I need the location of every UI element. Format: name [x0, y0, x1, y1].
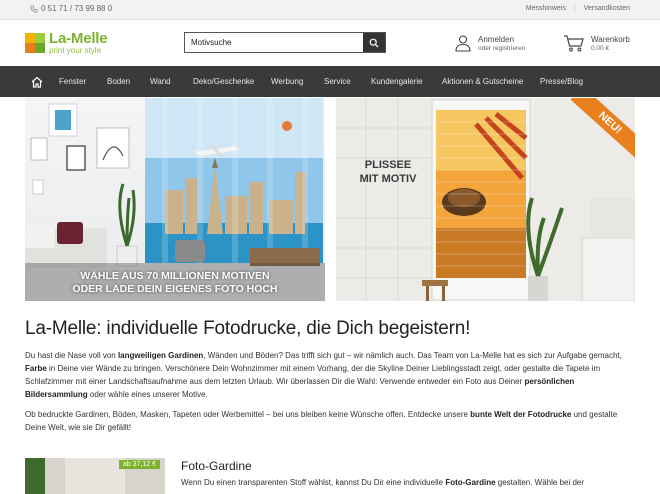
cart-icon	[564, 35, 584, 52]
hero-left-caption-line2: ODER LADE DEIN EIGENES FOTO HOCH	[72, 283, 278, 295]
search-input[interactable]	[185, 33, 363, 52]
product-text: Wenn Du einen transparenten Stoff wählst…	[181, 478, 446, 487]
link-foto-gardine[interactable]: Foto-Gardine	[445, 478, 495, 487]
home-icon	[31, 76, 43, 88]
nav-item-presse[interactable]: Presse/Blog	[540, 66, 583, 97]
product-description: Wenn Du einen transparenten Stoff wählst…	[181, 478, 637, 487]
nav-item-werbung[interactable]: Werbung	[271, 66, 303, 97]
logo-claim: print your style	[49, 46, 102, 55]
phone-text: 0 51 71 / 73 99 88 0	[41, 4, 113, 13]
product-text: gestalten. Wähle bei der	[495, 478, 585, 487]
search-button[interactable]	[363, 33, 385, 52]
account-link[interactable]: Anmelden oder registrieren	[454, 34, 525, 52]
second-text: Ob bedruckte Gardinen, Böden, Masken, Ta…	[25, 410, 471, 419]
phone-icon	[30, 4, 38, 13]
price-badge: ab 37,12 €	[118, 460, 160, 469]
nav-item-fenster[interactable]: Fenster	[59, 66, 86, 97]
link-messhinweis[interactable]: Messhinweis	[526, 5, 566, 12]
nav-item-boden[interactable]: Boden	[107, 66, 130, 97]
cart-total: 0,00 €	[591, 44, 610, 52]
nav-item-deko[interactable]: Deko/Geschenke	[193, 66, 254, 97]
hero-image-plissee-window	[336, 98, 635, 301]
product-image-foto-gardine[interactable]: ab 37,12 €	[25, 458, 165, 494]
search-icon	[369, 38, 379, 47]
top-bar: 0 51 71 / 73 99 88 0 Messhinweis | Versa…	[0, 0, 660, 20]
header: La-Melle print your style Anmelden oder …	[0, 20, 660, 66]
hero-right-caption: PLISSEE MIT MOTIV	[342, 158, 434, 186]
phone-number[interactable]: 0 51 71 / 73 99 88 0	[30, 4, 112, 13]
intro-bold-farbe[interactable]: Farbe	[25, 364, 47, 373]
second-paragraph: Ob bedruckte Gardinen, Böden, Masken, Ta…	[25, 408, 637, 434]
cart-link[interactable]: Warenkorb 0,00 €	[563, 34, 630, 52]
logo[interactable]: La-Melle print your style	[25, 30, 108, 55]
top-links: Messhinweis | Versandkosten	[526, 5, 630, 12]
product-title[interactable]: Foto-Gardine	[181, 459, 252, 473]
cart-title: Warenkorb	[591, 34, 630, 44]
user-icon	[455, 35, 471, 52]
account-title: Anmelden	[478, 34, 515, 44]
nav-item-aktionen[interactable]: Aktionen & Gutscheine	[442, 66, 523, 97]
hero-banner-gardine[interactable]: WÄHLE AUS 70 MILLIONEN MOTIVEN ODER LADE…	[25, 98, 325, 301]
page-title: La-Melle: individuelle Fotodrucke, die D…	[25, 318, 471, 339]
logo-name: La-Melle	[49, 30, 108, 47]
hero-banner-plissee[interactable]: PLISSEE MIT MOTIV NEU!	[336, 98, 635, 301]
hero-left-caption-line1: WÄHLE AUS 70 MILLIONEN MOTIVEN	[80, 270, 270, 282]
link-fotodrucke[interactable]: bunte Welt der Fotodrucke	[470, 410, 571, 419]
nav-item-service[interactable]: Service	[324, 66, 351, 97]
account-subtitle: oder registrieren	[478, 44, 526, 52]
hero-right-caption-line1: PLISSEE	[364, 159, 412, 171]
search-box	[184, 32, 386, 53]
hero-left-caption: WÄHLE AUS 70 MILLIONEN MOTIVEN ODER LADE…	[25, 270, 325, 296]
main-navigation: Fenster Boden Wand Deko/Geschenke Werbun…	[0, 66, 660, 97]
intro-text: in Deine vier Wände zu bringen. Verschön…	[25, 364, 601, 386]
intro-bold-gardinen[interactable]: langweiligen Gardinen	[118, 351, 203, 360]
nav-item-wand[interactable]: Wand	[150, 66, 171, 97]
link-versandkosten[interactable]: Versandkosten	[584, 5, 630, 12]
logo-mark-icon	[25, 33, 45, 53]
nav-home[interactable]	[31, 75, 43, 88]
nav-item-kundengalerie[interactable]: Kundengalerie	[371, 66, 423, 97]
intro-text: , Wänden und Böden? Das trifft sich gut …	[203, 351, 622, 360]
intro-text: Du hast die Nase voll von	[25, 351, 118, 360]
divider: |	[573, 5, 576, 12]
intro-text: oder wähle eines unserer Motive.	[87, 390, 208, 399]
hero-right-caption-line2: MIT MOTIV	[359, 173, 417, 185]
intro-paragraph: Du hast die Nase voll von langweiligen G…	[25, 349, 637, 401]
